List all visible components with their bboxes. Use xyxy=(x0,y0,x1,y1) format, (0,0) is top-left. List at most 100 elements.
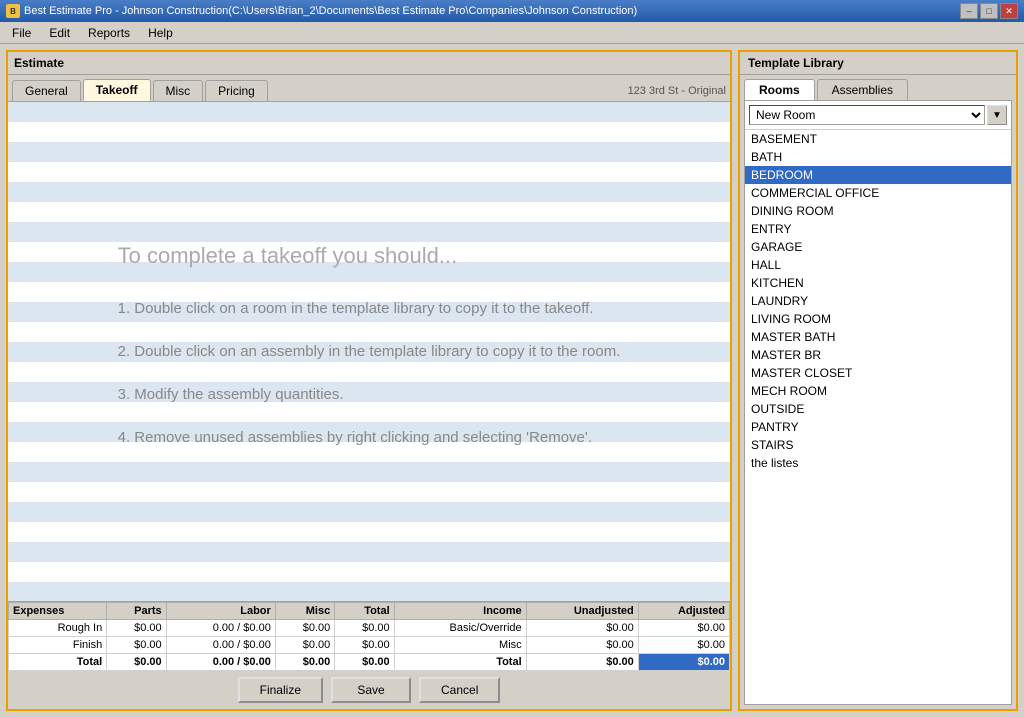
tab-general[interactable]: General xyxy=(12,80,81,101)
template-library-header: Template Library xyxy=(740,52,1016,75)
footer-buttons: Finalize Save Cancel xyxy=(8,671,730,709)
menu-file[interactable]: File xyxy=(4,24,39,42)
menu-help[interactable]: Help xyxy=(140,24,181,42)
rough-in-total: $0.00 xyxy=(335,620,394,637)
summary-table: Expenses Parts Labor Misc Total Income U… xyxy=(8,602,730,671)
room-item[interactable]: HALL xyxy=(745,256,1011,274)
takeoff-content: To complete a takeoff you should... 1. D… xyxy=(8,102,730,601)
instruction-step-3: 3. Modify the assembly quantities. xyxy=(118,381,621,408)
summary-table-wrap: Expenses Parts Labor Misc Total Income U… xyxy=(8,601,730,671)
tabs-bar: General Takeoff Misc Pricing 123 3rd St … xyxy=(8,75,730,102)
instruction-step-4: 4. Remove unused assemblies by right cli… xyxy=(118,424,621,451)
room-item[interactable]: DINING ROOM xyxy=(745,202,1011,220)
rough-in-labor: 0.00 / $0.00 xyxy=(166,620,275,637)
address-label: 123 3rd St - Original xyxy=(628,85,726,101)
col-misc: Misc xyxy=(275,603,334,620)
total-label: Total xyxy=(9,654,107,671)
finish-income-label: Misc xyxy=(394,637,526,654)
finish-parts: $0.00 xyxy=(107,637,166,654)
finish-adjusted: $0.00 xyxy=(638,637,729,654)
col-unadjusted: Unadjusted xyxy=(526,603,638,620)
room-item[interactable]: KITCHEN xyxy=(745,274,1011,292)
title-bar-left: B Best Estimate Pro - Johnson Constructi… xyxy=(6,4,637,18)
col-adjusted: Adjusted xyxy=(638,603,729,620)
total-adjusted: $0.00 xyxy=(638,654,729,671)
room-item[interactable]: LIVING ROOM xyxy=(745,310,1011,328)
instruction-step-2: 2. Double click on an assembly in the te… xyxy=(118,338,621,365)
rough-in-unadjusted: $0.00 xyxy=(526,620,638,637)
room-list: BASEMENTBATHBEDROOMCOMMERCIAL OFFICEDINI… xyxy=(745,130,1011,704)
col-total: Total xyxy=(335,603,394,620)
finalize-button[interactable]: Finalize xyxy=(238,677,323,703)
row-total: Total $0.00 0.00 / $0.00 $0.00 $0.00 Tot… xyxy=(9,654,730,671)
room-item[interactable]: BASEMENT xyxy=(745,130,1011,148)
row-finish: Finish $0.00 0.00 / $0.00 $0.00 $0.00 Mi… xyxy=(9,637,730,654)
room-item[interactable]: LAUNDRY xyxy=(745,292,1011,310)
col-labor: Labor xyxy=(166,603,275,620)
estimate-header: Estimate xyxy=(8,52,730,75)
menu-reports[interactable]: Reports xyxy=(80,24,138,42)
template-library-panel: Template Library Rooms Assemblies New Ro… xyxy=(738,50,1018,711)
tab-takeoff[interactable]: Takeoff xyxy=(83,79,151,101)
room-item[interactable]: BATH xyxy=(745,148,1011,166)
minimize-button[interactable]: – xyxy=(960,3,978,19)
menu-bar: File Edit Reports Help xyxy=(0,22,1024,44)
new-room-dropdown-btn[interactable]: ▼ xyxy=(987,105,1007,125)
instructions-box: To complete a takeoff you should... 1. D… xyxy=(98,216,641,488)
finish-labor: 0.00 / $0.00 xyxy=(166,637,275,654)
summary-header-row: Expenses Parts Labor Misc Total Income U… xyxy=(9,603,730,620)
col-income: Income xyxy=(394,603,526,620)
restore-button[interactable]: □ xyxy=(980,3,998,19)
main-area: Estimate General Takeoff Misc Pricing 12… xyxy=(0,44,1024,717)
room-item[interactable]: STAIRS xyxy=(745,436,1011,454)
striped-area: To complete a takeoff you should... 1. D… xyxy=(8,102,730,601)
room-item[interactable]: MASTER BR xyxy=(745,346,1011,364)
instructions-title: To complete a takeoff you should... xyxy=(118,236,621,276)
rough-in-misc: $0.00 xyxy=(275,620,334,637)
tab-assemblies[interactable]: Assemblies xyxy=(817,79,908,100)
finish-unadjusted: $0.00 xyxy=(526,637,638,654)
finish-label: Finish xyxy=(9,637,107,654)
title-bar-text: Best Estimate Pro - Johnson Construction… xyxy=(24,5,637,17)
total-labor: 0.00 / $0.00 xyxy=(166,654,275,671)
room-item[interactable]: the listes xyxy=(745,454,1011,472)
room-item[interactable]: OUTSIDE xyxy=(745,400,1011,418)
total-total: $0.00 xyxy=(335,654,394,671)
template-tabs: Rooms Assemblies xyxy=(740,75,1016,100)
rough-in-adjusted: $0.00 xyxy=(638,620,729,637)
rough-in-parts: $0.00 xyxy=(107,620,166,637)
total-misc: $0.00 xyxy=(275,654,334,671)
save-button[interactable]: Save xyxy=(331,677,411,703)
instruction-step-1: 1. Double click on a room in the templat… xyxy=(118,295,621,322)
cancel-button[interactable]: Cancel xyxy=(419,677,500,703)
title-bar-controls[interactable]: – □ ✕ xyxy=(960,3,1018,19)
room-item[interactable]: MASTER CLOSET xyxy=(745,364,1011,382)
new-room-bar: New Room ▼ xyxy=(745,101,1011,130)
close-button[interactable]: ✕ xyxy=(1000,3,1018,19)
col-expenses: Expenses xyxy=(9,603,107,620)
room-item[interactable]: COMMERCIAL OFFICE xyxy=(745,184,1011,202)
new-room-select[interactable]: New Room xyxy=(749,105,985,125)
finish-total: $0.00 xyxy=(335,637,394,654)
room-item[interactable]: MASTER BATH xyxy=(745,328,1011,346)
title-bar: B Best Estimate Pro - Johnson Constructi… xyxy=(0,0,1024,22)
menu-edit[interactable]: Edit xyxy=(41,24,78,42)
total-income-label: Total xyxy=(394,654,526,671)
room-item[interactable]: MECH ROOM xyxy=(745,382,1011,400)
tab-pricing[interactable]: Pricing xyxy=(205,80,268,101)
finish-misc: $0.00 xyxy=(275,637,334,654)
total-unadjusted: $0.00 xyxy=(526,654,638,671)
tab-misc[interactable]: Misc xyxy=(153,80,204,101)
app-icon: B xyxy=(6,4,20,18)
room-item[interactable]: GARAGE xyxy=(745,238,1011,256)
rough-in-label: Rough In xyxy=(9,620,107,637)
total-parts: $0.00 xyxy=(107,654,166,671)
col-parts: Parts xyxy=(107,603,166,620)
rough-in-income-label: Basic/Override xyxy=(394,620,526,637)
room-item[interactable]: PANTRY xyxy=(745,418,1011,436)
room-item[interactable]: ENTRY xyxy=(745,220,1011,238)
room-item[interactable]: BEDROOM xyxy=(745,166,1011,184)
template-body: New Room ▼ BASEMENTBATHBEDROOMCOMMERCIAL… xyxy=(744,100,1012,705)
tab-rooms[interactable]: Rooms xyxy=(744,79,815,100)
estimate-panel: Estimate General Takeoff Misc Pricing 12… xyxy=(6,50,732,711)
